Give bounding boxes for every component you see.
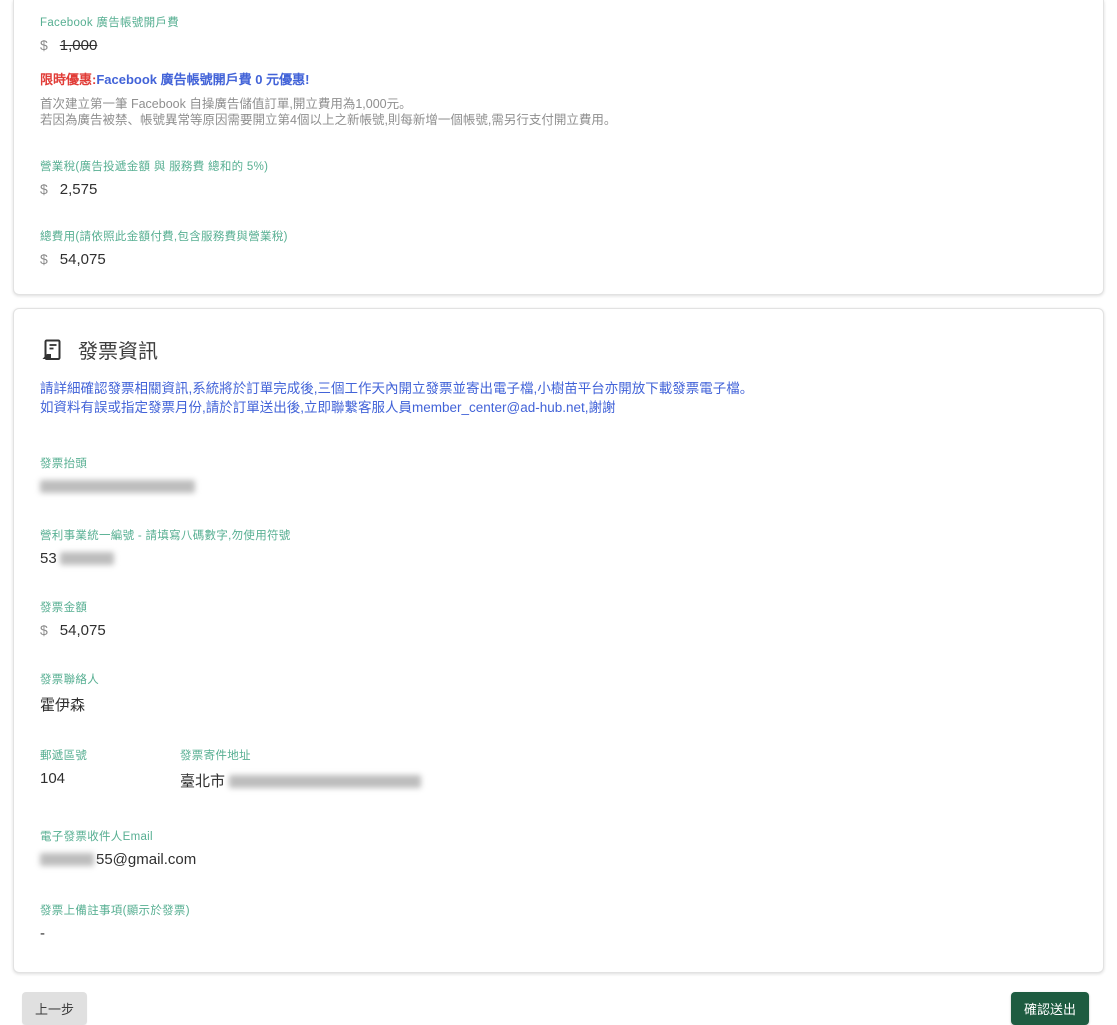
address-visible-part: 臺北市 bbox=[180, 773, 226, 790]
invoice-contact-label: 發票聯絡人 bbox=[40, 674, 99, 686]
tax-block: 營業稅(廣告投遞金額 與 服務費 總和的 5%) $2,575 bbox=[40, 158, 1077, 198]
invoice-card-title: 發票資訊 bbox=[78, 341, 158, 363]
mailing-address-label: 發票寄件地址 bbox=[180, 750, 251, 762]
invoice-header: 發票資訊 bbox=[40, 335, 1077, 364]
invoice-amount-value: $54,075 bbox=[40, 622, 1077, 639]
confirm-submit-button[interactable]: 確認送出 bbox=[1010, 992, 1089, 1025]
invoice-amount: 54,075 bbox=[59, 622, 106, 639]
currency-symbol: $ bbox=[40, 37, 48, 53]
tax-id-value: 53 bbox=[40, 550, 1077, 567]
currency-symbol: $ bbox=[40, 181, 48, 197]
notice-line-1: 請詳細確認發票相關資訊,系統將於訂單完成後,三個工作天內開立發票並寄出電子檔,小… bbox=[40, 381, 754, 396]
email-value: 55@gmail.com bbox=[40, 851, 1077, 868]
email-label: 電子發票收件人Email bbox=[40, 831, 153, 843]
invoice-amount-label: 發票金額 bbox=[40, 602, 88, 614]
opening-fee-label: Facebook 廣告帳號開戶費 bbox=[40, 17, 179, 29]
total-block: 總費用(請依照此金額付費,包含服務費與營業稅) $54,075 bbox=[40, 228, 1077, 268]
opening-fee-note: 首次建立第一筆 Facebook 自操廣告儲值訂單,開立費用為1,000元。 若… bbox=[40, 97, 1077, 128]
promo-text: Facebook 廣告帳號開戶費 0 元優惠! bbox=[96, 72, 310, 87]
invoice-contact-value: 霍伊森 bbox=[40, 697, 86, 714]
promo-line: 限時優惠:Facebook 廣告帳號開戶費 0 元優惠! bbox=[40, 69, 1077, 88]
back-button[interactable]: 上一步 bbox=[22, 992, 88, 1025]
postal-code-label: 郵遞區號 bbox=[40, 750, 88, 762]
postal-code-value: 104 bbox=[40, 770, 66, 787]
field-invoice-remark: 發票上備註事項(顯示於發票) - bbox=[40, 902, 1077, 942]
opening-fee-value: $1,000 bbox=[40, 37, 1077, 54]
field-email: 電子發票收件人Email 55@gmail.com bbox=[40, 828, 1077, 868]
field-tax-id: 營利事業統一編號 - 請填寫八碼數字,勿使用符號 53 bbox=[40, 527, 1077, 567]
total-label: 總費用(請依照此金額付費,包含服務費與營業稅) bbox=[40, 231, 288, 243]
tax-id-visible-digits: 53 bbox=[40, 550, 57, 567]
invoice-icon bbox=[40, 338, 64, 362]
invoice-remark-value: - bbox=[40, 925, 45, 942]
footer-actions: 上一步 確認送出 bbox=[22, 992, 1089, 1025]
invoice-remark-label: 發票上備註事項(顯示於發票) bbox=[40, 905, 190, 917]
field-postal-code: 郵遞區號 104 bbox=[40, 747, 180, 791]
tax-value: $2,575 bbox=[40, 181, 1077, 198]
redacted-email-prefix bbox=[40, 853, 94, 866]
note-line-2: 若因為廣告被禁、帳號異常等原因需要開立第4個以上之新帳號,則每新增一個帳號,需另… bbox=[40, 112, 617, 127]
redacted-invoice-title bbox=[40, 480, 195, 493]
currency-symbol: $ bbox=[40, 251, 48, 267]
currency-symbol: $ bbox=[40, 622, 48, 638]
redacted-address bbox=[229, 775, 422, 788]
redacted-tax-id bbox=[59, 552, 114, 565]
mailing-address-value: 臺北市 bbox=[180, 770, 422, 791]
tax-label: 營業稅(廣告投遞金額 與 服務費 總和的 5%) bbox=[40, 161, 269, 173]
total-amount: 54,075 bbox=[59, 251, 106, 268]
opening-fee-original-price: 1,000 bbox=[59, 37, 98, 54]
promo-prefix: 限時優惠: bbox=[40, 72, 97, 87]
field-mailing-address: 發票寄件地址 臺北市 bbox=[180, 747, 422, 791]
invoice-notice: 請詳細確認發票相關資訊,系統將於訂單完成後,三個工作天內開立發票並寄出電子檔,小… bbox=[40, 379, 1077, 417]
field-invoice-title: 發票抬頭 bbox=[40, 455, 1077, 495]
total-value: $54,075 bbox=[40, 251, 1077, 268]
field-invoice-contact: 發票聯絡人 霍伊森 bbox=[40, 671, 1077, 715]
invoice-title-value bbox=[40, 478, 1077, 495]
tax-id-label: 營利事業統一編號 - 請填寫八碼數字,勿使用符號 bbox=[40, 530, 291, 542]
fees-summary-card: Facebook 廣告帳號開戶費 $1,000 限時優惠:Facebook 廣告… bbox=[13, 0, 1104, 295]
field-invoice-amount: 發票金額 $54,075 bbox=[40, 599, 1077, 639]
invoice-title-label: 發票抬頭 bbox=[40, 458, 88, 470]
email-visible-part: 55@gmail.com bbox=[96, 851, 197, 868]
note-line-1: 首次建立第一筆 Facebook 自操廣告儲值訂單,開立費用為1,000元。 bbox=[40, 97, 412, 111]
field-postal-address-row: 郵遞區號 104 發票寄件地址 臺北市 bbox=[40, 747, 1077, 791]
invoice-info-card: 發票資訊 請詳細確認發票相關資訊,系統將於訂單完成後,三個工作天內開立發票並寄出… bbox=[13, 308, 1104, 973]
tax-amount: 2,575 bbox=[59, 181, 98, 198]
notice-line-2: 如資料有誤或指定發票月份,請於訂單送出後,立即聯繫客服人員member_cent… bbox=[40, 400, 616, 415]
